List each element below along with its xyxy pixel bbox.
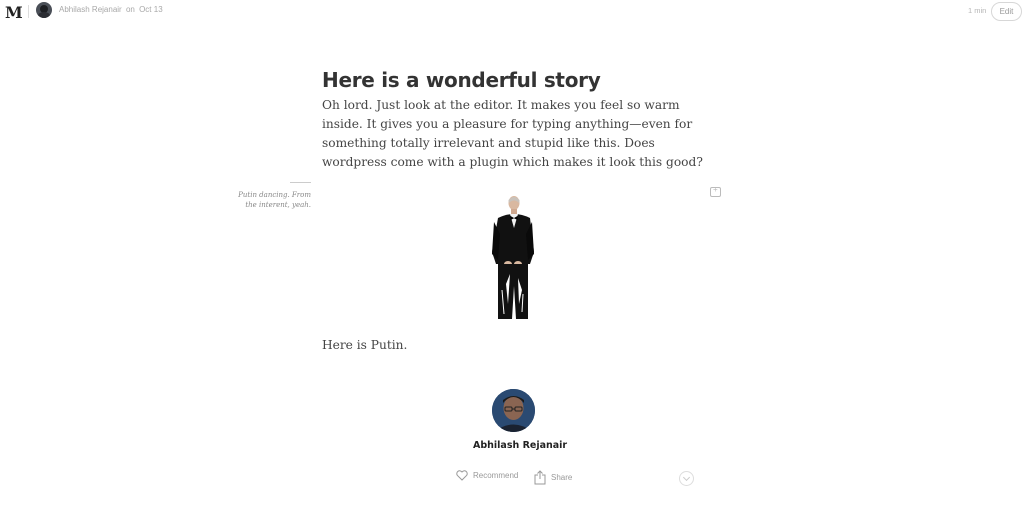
heart-icon [456, 470, 468, 481]
read-time: 1 min [968, 6, 987, 15]
share-label: Share [551, 473, 573, 482]
post-date[interactable]: Oct 13 [139, 5, 163, 14]
author-avatar-large[interactable] [492, 389, 535, 432]
caption-rule [290, 182, 311, 183]
story-title: Here is a wonderful story [322, 68, 601, 92]
author-name-link[interactable]: Abhilash Rejanair [59, 5, 122, 14]
share-icon [534, 470, 546, 485]
recommend-label: Recommend [473, 471, 519, 480]
author-meta: Abhilash Rejanair on Oct 13 [59, 5, 163, 14]
add-note-icon[interactable] [710, 185, 721, 197]
edit-button[interactable]: Edit [991, 2, 1022, 21]
author-avatar-small[interactable] [36, 2, 52, 18]
more-options-icon[interactable] [679, 471, 694, 486]
recommend-button[interactable]: Recommend [456, 470, 518, 481]
story-paragraph-1: Oh lord. Just look at the editor. It mak… [322, 98, 703, 169]
image-caption: Putin dancing. From the interent, yeah. [238, 191, 311, 209]
author-card-name[interactable]: Abhilash Rejanair [473, 440, 567, 451]
date-prefix: on [125, 5, 135, 14]
share-button[interactable]: Share [534, 470, 572, 485]
story-paragraph-2: Here is Putin. [322, 338, 408, 352]
header-divider [28, 5, 29, 18]
medium-logo[interactable]: M [5, 3, 23, 22]
putin-image [492, 196, 534, 319]
